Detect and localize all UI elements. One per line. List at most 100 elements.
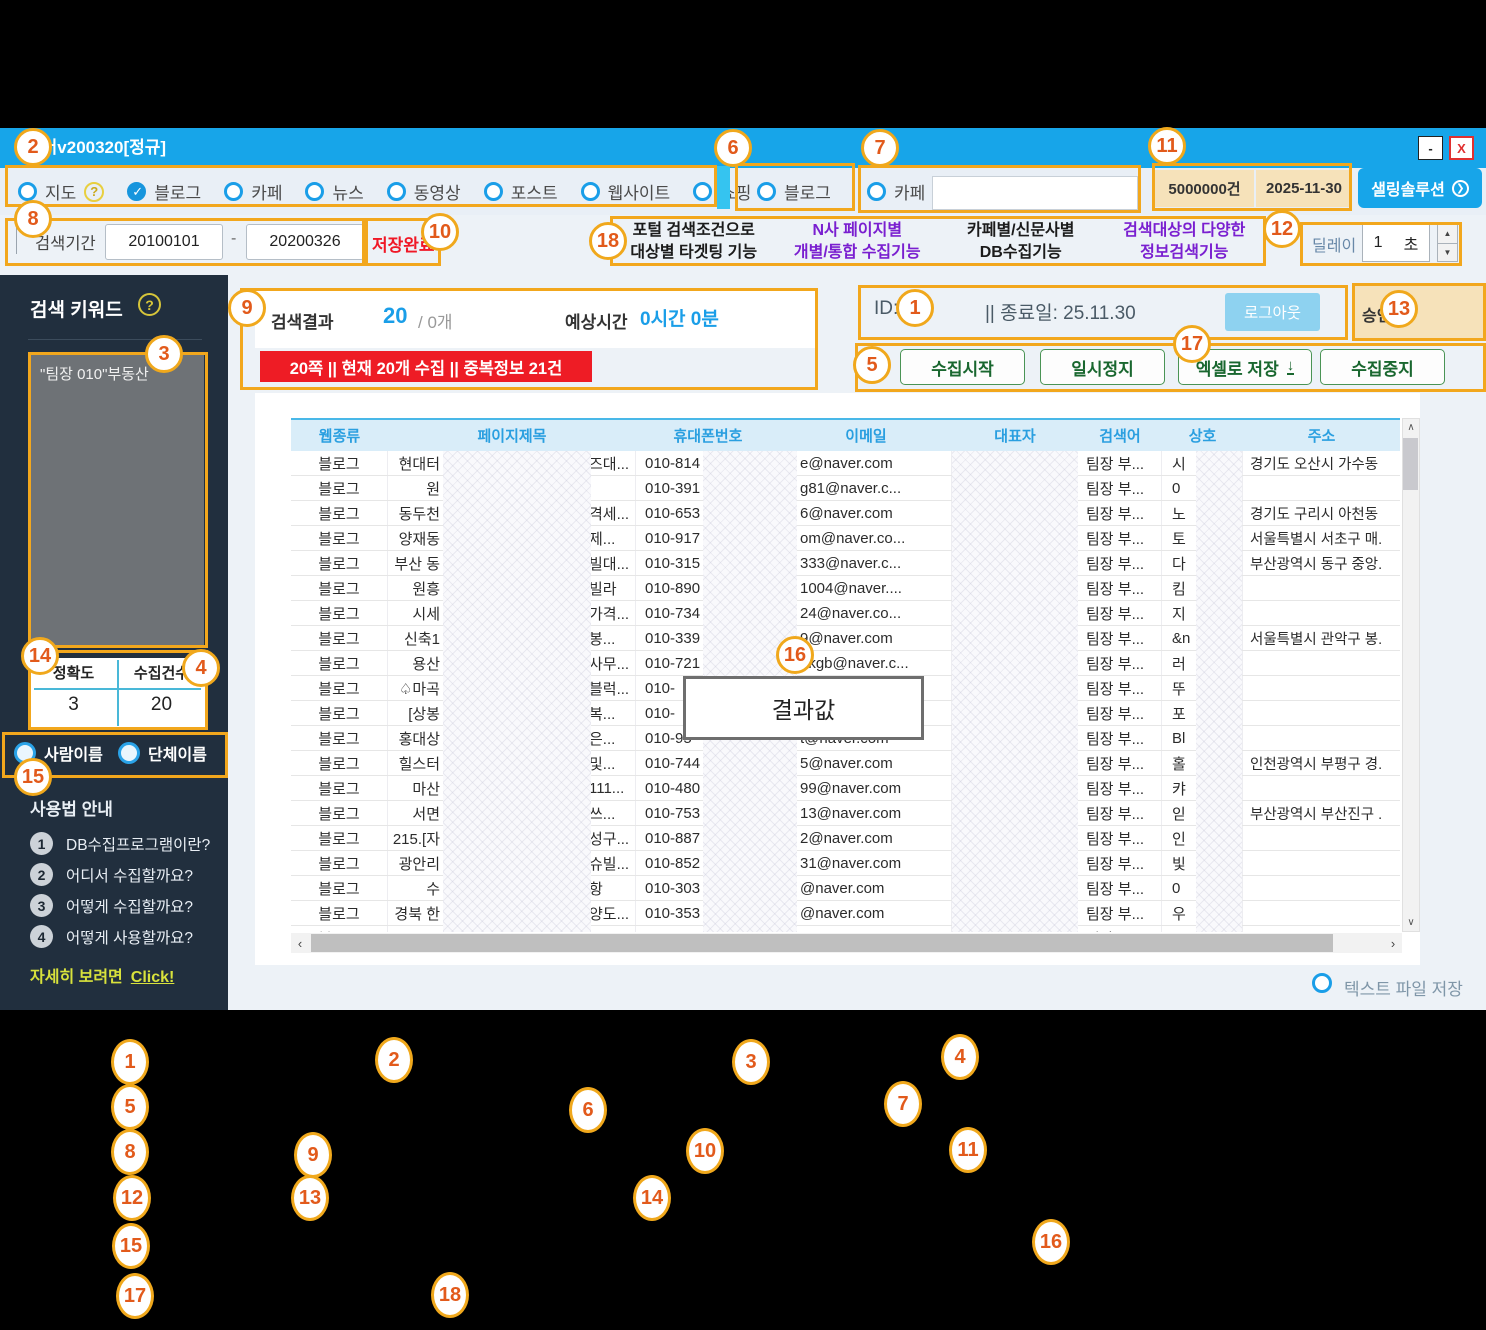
scroll-up-icon[interactable]: ∧ [1403,419,1419,436]
search-result-panel: 검색결과 20 / 0개 예상시간 0시간 0분 [255,288,818,348]
nav-tab-웹사이트[interactable]: 웹사이트 [581,179,671,204]
radio-icon[interactable] [127,182,146,201]
cell-web-type: 블로그 [291,751,388,775]
group-name-radio[interactable]: 단체이름 [118,741,207,765]
radio-icon[interactable] [305,182,324,201]
cell-address [1243,676,1400,700]
cell-address [1243,826,1400,850]
sidebar: 검색 키워드 ? "팀장 010"부동산 정확도 수집건수 3 20 사람이름 … [0,275,228,1010]
progress-banner: 20쪽 || 현재 20개 수집 || 중복정보 21건 [260,351,592,382]
column-header-7[interactable]: 상호 [1162,425,1243,446]
divider [16,226,17,254]
radio-icon[interactable] [224,182,243,201]
delay-input[interactable]: 1 초 [1362,224,1430,262]
cell-keyword: 팀장 부... [1078,851,1162,875]
feature-line: 카페별/신문사별 [939,220,1103,242]
secondary-tab-블로그[interactable]: 블로그 [757,168,831,215]
column-header-8[interactable]: 주소 [1243,425,1400,446]
collected-count-value: 20 [118,694,205,716]
nav-tab-카페[interactable]: 카페 [224,179,282,204]
column-header-2[interactable]: 페이지제목 [388,425,636,446]
nav-tab-지도[interactable]: 지도? [18,179,104,204]
keyword-textarea[interactable]: "팀장 010"부동산 [30,355,204,645]
legend-badge-16: 16 [1032,1219,1070,1265]
cell-address [1243,901,1400,925]
nav-tab-동영상[interactable]: 동영상 [387,179,461,204]
cell-email: 9@naver.com [780,626,952,650]
secondary-tab-카페[interactable]: 카페 [867,168,925,215]
text-file-save-radio[interactable] [1312,973,1332,993]
feature-text: N사 페이지별개별/통합 수집기능 [776,220,940,266]
feature-text: 검색대상의 다양한정보검색기능 [1103,220,1267,266]
vertical-scrollbar[interactable]: ∧ ∨ [1402,418,1420,932]
cell-address [1243,876,1400,900]
horizontal-scroll-thumb[interactable] [311,934,1333,952]
selling-solution-button[interactable]: 샐링솔루션❯ [1358,168,1482,208]
feature-banner: 포털 검색조건으로대상별 타겟팅 기능N사 페이지별개별/통합 수집기능카페별/… [612,220,1266,266]
secondary-tab-label: 카페 [894,179,925,204]
radio-icon[interactable] [18,182,37,201]
nav-tab-포스트[interactable]: 포스트 [484,179,558,204]
vertical-scroll-thumb[interactable] [1403,438,1418,490]
period-from-input[interactable] [105,224,223,260]
radio-icon[interactable] [484,182,503,201]
scroll-down-icon[interactable]: ∨ [1403,914,1419,931]
cell-web-type: 블로그 [291,926,388,932]
horizontal-scrollbar[interactable]: ‹ › [291,933,1402,953]
cell-title-left: 서면 [390,803,440,824]
column-header-1[interactable]: 웹종류 [291,425,388,446]
start-collect-button[interactable]: 수집시작 [900,349,1025,385]
radio-icon[interactable] [118,742,140,764]
cell-keyword: 팀장 부... [1078,526,1162,550]
pause-button[interactable]: 일시정지 [1040,349,1165,385]
legend-badge-17: 17 [116,1273,154,1319]
cell-address [1243,601,1400,625]
radio-icon[interactable] [581,182,600,201]
radio-icon[interactable] [693,182,712,201]
scroll-left-icon[interactable]: ‹ [291,933,309,953]
legend-badge-2: 2 [375,1037,413,1083]
result-value-tooltip: 결과값 [683,676,924,740]
radio-icon[interactable] [387,182,406,201]
click-link[interactable]: Click! [131,969,175,986]
cell-web-type: 블로그 [291,526,388,550]
close-button[interactable]: X [1449,136,1474,160]
delay-stepper[interactable]: ▲ ▼ [1437,224,1458,262]
license-expiry-badge: 2025-11-30 [1256,170,1352,207]
column-header-6[interactable]: 검색어 [1078,425,1162,446]
cell-title-left: 광안리 [390,853,440,874]
usage-guide-item[interactable]: 2어디서 수집할까요? [30,863,193,886]
cell-email: 31@naver.com [780,851,952,875]
nav-tab-뉴스[interactable]: 뉴스 [305,179,363,204]
radio-icon[interactable] [867,182,886,201]
cell-keyword: 팀장 부... [1078,626,1162,650]
column-header-3[interactable]: 휴대폰번호 [636,425,780,446]
radio-icon[interactable] [14,742,36,764]
usage-guide-item[interactable]: 4어떻게 사용할까요? [30,925,193,948]
stepper-up-icon[interactable]: ▲ [1438,225,1457,244]
cell-address [1243,576,1400,600]
period-to-input[interactable] [246,224,364,260]
end-date-text: || 종료일: 25.11.30 [985,298,1136,325]
cell-email: e@naver.com [780,451,952,475]
cell-title-left: 현대터 [390,453,440,474]
cell-web-type: 블로그 [291,801,388,825]
logout-button[interactable]: 로그아웃 [1225,293,1320,331]
person-name-radio[interactable]: 사람이름 [14,741,103,765]
usage-guide-item[interactable]: 1DB수집프로그램이란? [30,832,210,855]
minimize-button[interactable]: - [1418,136,1443,160]
cell-title-right: 블럭... [589,678,635,699]
usage-guide-item[interactable]: 3어떻게 수집할까요? [30,894,193,917]
stepper-down-icon[interactable]: ▼ [1438,244,1457,262]
excel-save-button[interactable]: 엑셀로 저장↓ [1178,349,1312,385]
help-icon[interactable]: ? [84,182,104,202]
nav-tab-블로그[interactable]: 블로그 [127,179,201,204]
feature-line: 대상별 타겟팅 기능 [612,242,776,264]
cafe-search-input[interactable] [932,176,1138,210]
keyword-help-icon[interactable]: ? [138,293,161,316]
radio-icon[interactable] [757,182,776,201]
column-header-4[interactable]: 이메일 [780,425,952,446]
scroll-right-icon[interactable]: › [1384,933,1402,953]
stop-collect-button[interactable]: 수집중지 [1320,349,1445,385]
column-header-5[interactable]: 대표자 [952,425,1078,446]
